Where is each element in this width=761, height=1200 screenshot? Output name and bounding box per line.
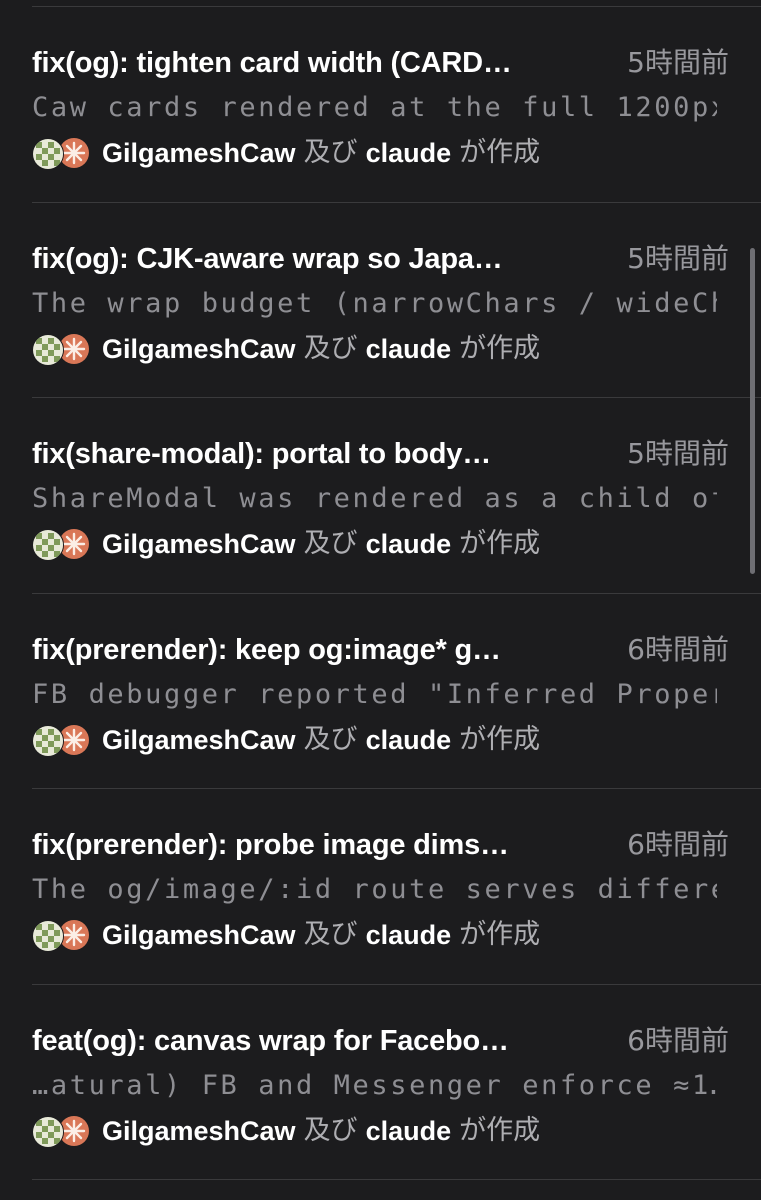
commit-message-preview: FB debugger reported "Inferred Proper… [32, 678, 717, 710]
author-name[interactable]: GilgameshCaw [102, 722, 296, 758]
authored-suffix: が作成 [459, 1114, 541, 1146]
coauthor-name[interactable]: claude [366, 135, 452, 171]
commit-time: 5時間前 [627, 241, 729, 275]
commit-title[interactable]: fix(og): CJK-aware wrap so Japa… [32, 241, 572, 277]
avatar-group [32, 333, 94, 366]
commit-list-item[interactable]: fix(share-modal): portal to body… 5時間前 S… [0, 398, 761, 594]
commit-message-preview: The wrap budget (narrowChars / wideCh… [32, 287, 717, 319]
commit-message-preview: ShareModal was rendered as a child of… [32, 483, 717, 514]
coauthor-name[interactable]: claude [366, 331, 452, 367]
author-conjunction: 及び [303, 137, 358, 168]
commit-time: 6時間前 [627, 632, 729, 666]
authored-suffix: が作成 [459, 723, 541, 755]
authored-suffix: が作成 [459, 919, 541, 950]
commit-title[interactable]: fix(prerender): probe image dims… [32, 827, 572, 863]
coauthor-name[interactable]: claude [366, 917, 452, 953]
avatar-group [32, 1115, 94, 1148]
commit-list-item[interactable]: feat(og): canvas wrap for Facebo… 6時間前 …… [0, 985, 761, 1181]
commit-list: fix(og): tighten card width (CARD… 5時間前 … [0, 7, 761, 1180]
coauthor-name[interactable]: claude [366, 526, 452, 562]
commit-authors: GilgameshCaw 及び claude が作成 [32, 1113, 540, 1149]
commit-title[interactable]: fix(prerender): keep og:image* g… [32, 632, 572, 668]
author-avatar-icon[interactable] [32, 138, 64, 170]
vertical-scrollbar[interactable] [750, 248, 755, 574]
commit-list-item[interactable]: fix(og): tighten card width (CARD… 5時間前 … [0, 7, 761, 203]
commit-authors: GilgameshCaw 及び claude が作成 [32, 526, 540, 562]
commit-title[interactable]: fix(og): tighten card width (CARD… [32, 45, 572, 81]
author-conjunction: 及び [303, 919, 358, 950]
commit-list-item[interactable]: fix(og): CJK-aware wrap so Japa… 5時間前 Th… [0, 203, 761, 399]
commit-message-preview: The og/image/:id route serves differe… [32, 874, 717, 905]
commit-time: 5時間前 [627, 437, 729, 470]
commit-title[interactable]: feat(og): canvas wrap for Facebo… [32, 1023, 572, 1059]
author-conjunction: 及び [303, 528, 358, 559]
author-avatar-icon[interactable] [32, 333, 64, 366]
avatar-group [32, 528, 94, 561]
commit-list-item[interactable]: fix(prerender): probe image dims… 6時間前 T… [0, 789, 761, 985]
commit-time: 6時間前 [627, 828, 729, 861]
author-name[interactable]: GilgameshCaw [102, 135, 296, 171]
author-conjunction: 及び [303, 723, 358, 755]
authored-suffix: が作成 [459, 137, 541, 168]
commit-authors: GilgameshCaw 及び claude が作成 [32, 135, 540, 171]
author-avatar-icon[interactable] [32, 529, 64, 561]
commit-time: 6時間前 [627, 1023, 729, 1057]
commit-time: 5時間前 [627, 46, 729, 79]
author-name[interactable]: GilgameshCaw [102, 526, 296, 562]
author-name[interactable]: GilgameshCaw [102, 1113, 296, 1149]
author-name[interactable]: GilgameshCaw [102, 331, 296, 367]
coauthor-name[interactable]: claude [366, 1113, 452, 1149]
authored-suffix: が作成 [459, 528, 541, 559]
author-avatar-icon[interactable] [32, 1115, 64, 1148]
commit-authors: GilgameshCaw 及び claude が作成 [32, 331, 540, 367]
coauthor-name[interactable]: claude [366, 722, 452, 758]
author-avatar-icon[interactable] [32, 920, 64, 952]
author-name[interactable]: GilgameshCaw [102, 917, 296, 953]
commit-title[interactable]: fix(share-modal): portal to body… [32, 436, 572, 472]
avatar-group [32, 724, 94, 757]
commit-list-item[interactable]: fix(prerender): keep og:image* g… 6時間前 F… [0, 594, 761, 790]
commit-message-preview: Caw cards rendered at the full 1200px… [32, 92, 717, 123]
commit-authors: GilgameshCaw 及び claude が作成 [32, 917, 540, 953]
author-avatar-icon[interactable] [32, 724, 64, 757]
commit-authors: GilgameshCaw 及び claude が作成 [32, 722, 540, 758]
author-conjunction: 及び [303, 332, 358, 364]
avatar-group [32, 919, 94, 952]
authored-suffix: が作成 [459, 332, 541, 364]
author-conjunction: 及び [303, 1114, 358, 1146]
avatar-group [32, 137, 94, 170]
commit-message-preview: …atural) FB and Messenger enforce ≈1… [32, 1069, 717, 1101]
